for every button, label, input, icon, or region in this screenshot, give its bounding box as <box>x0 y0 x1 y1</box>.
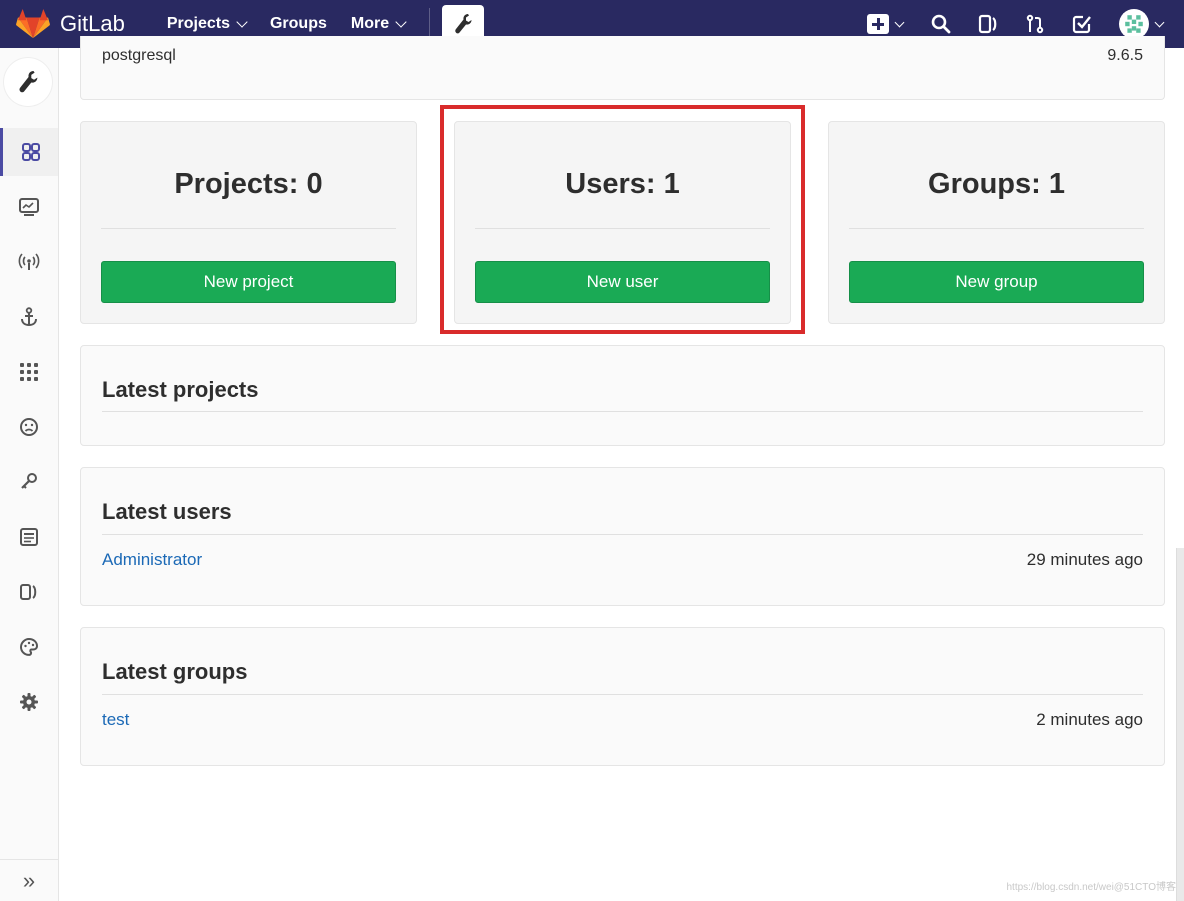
admin-area-avatar[interactable] <box>4 58 52 106</box>
sidebar-item-service-templates[interactable] <box>0 513 58 561</box>
chevron-down-icon <box>236 15 248 28</box>
divider <box>102 411 1143 412</box>
collapse-sidebar-button[interactable]: » <box>0 859 58 901</box>
template-icon <box>20 528 38 546</box>
latest-projects-title: Latest projects <box>102 377 259 402</box>
sidebar-item-monitoring[interactable] <box>0 183 58 231</box>
merge-requests-button[interactable] <box>1024 13 1046 35</box>
component-name: postgresql <box>102 47 176 64</box>
page-scrollbar[interactable] <box>1176 548 1184 901</box>
wrench-icon <box>19 71 38 93</box>
search-icon <box>931 14 951 34</box>
search-button[interactable] <box>930 13 952 35</box>
nav-projects[interactable]: Projects <box>166 15 248 33</box>
gitlab-logo-icon <box>16 9 50 39</box>
new-group-button[interactable]: New group <box>849 261 1144 303</box>
system-info-panel: postgresql 9.6.5 <box>80 36 1165 100</box>
divider <box>102 534 1143 535</box>
gear-icon <box>20 693 38 711</box>
sidebar-item-deploy-keys[interactable] <box>0 458 58 506</box>
todos-icon <box>1072 15 1091 34</box>
plus-icon <box>867 14 889 34</box>
monitoring-icon <box>19 198 39 216</box>
chevron-down-icon <box>1154 17 1165 27</box>
wrench-icon <box>455 14 472 34</box>
sidebar-item-settings[interactable] <box>0 678 58 726</box>
overview-icon <box>21 143 40 161</box>
new-project-button[interactable]: New project <box>101 261 396 303</box>
sidebar-item-hooks[interactable] <box>0 293 58 341</box>
sidebar-item-messages[interactable] <box>0 238 58 286</box>
new-dropdown[interactable] <box>865 13 905 35</box>
applications-icon <box>20 363 38 381</box>
nav-projects-label: Projects <box>166 15 230 32</box>
latest-users-panel: Latest users Administrator 29 minutes ag… <box>80 467 1165 606</box>
brand-name: GitLab <box>60 11 125 36</box>
latest-groups-title: Latest groups <box>102 659 248 684</box>
projects-count: Projects: 0 <box>174 168 323 200</box>
latest-users-title: Latest users <box>102 499 232 524</box>
identicon-icon <box>1123 13 1145 35</box>
todos-button[interactable] <box>1071 13 1093 35</box>
sidebar-item-overview[interactable] <box>0 128 58 176</box>
latest-projects-panel: Latest projects <box>80 345 1165 446</box>
user-menu[interactable] <box>1118 9 1165 39</box>
collapse-icon: » <box>22 867 36 893</box>
sidebar-item-abuse-reports[interactable] <box>0 403 58 451</box>
merge-requests-icon <box>1026 14 1044 34</box>
watermark: https://blog.csdn.net/wei@51CTO博客 <box>1006 882 1177 893</box>
admin-sidebar: » <box>0 48 59 901</box>
groups-stat-card: Groups: 1 New group <box>828 121 1165 324</box>
divider <box>101 228 396 229</box>
groups-count: Groups: 1 <box>928 168 1065 200</box>
user-created-time: 29 minutes ago <box>1026 550 1143 569</box>
projects-stat-card: Projects: 0 New project <box>80 121 417 324</box>
sidebar-item-appearance[interactable] <box>0 623 58 671</box>
nav-groups-label: Groups <box>269 15 327 32</box>
avatar <box>1119 9 1149 39</box>
issues-icon <box>978 14 997 34</box>
group-link[interactable]: test <box>102 710 129 730</box>
broadcast-icon <box>18 253 40 270</box>
chevron-down-icon <box>395 15 407 28</box>
chevron-down-icon <box>894 17 905 27</box>
divider <box>849 228 1144 229</box>
nav-more-label: More <box>350 15 390 32</box>
sidebar-item-labels[interactable] <box>0 568 58 616</box>
issues-icon <box>20 584 37 600</box>
issues-button[interactable] <box>977 13 999 35</box>
sad-face-icon <box>20 418 38 436</box>
brand[interactable]: GitLab <box>16 9 125 39</box>
nav-groups[interactable]: Groups <box>270 15 327 33</box>
palette-icon <box>19 637 39 656</box>
anchor-icon <box>21 307 37 327</box>
group-created-time: 2 minutes ago <box>1036 710 1143 729</box>
key-icon <box>21 473 37 489</box>
divider <box>102 694 1143 695</box>
highlight-annotation <box>440 105 805 334</box>
sidebar-item-applications[interactable] <box>0 348 58 396</box>
component-version: 9.6.5 <box>1107 47 1143 64</box>
user-link[interactable]: Administrator <box>102 550 202 570</box>
nav-more[interactable]: More <box>350 15 407 33</box>
latest-groups-panel: Latest groups test 2 minutes ago <box>80 627 1165 766</box>
